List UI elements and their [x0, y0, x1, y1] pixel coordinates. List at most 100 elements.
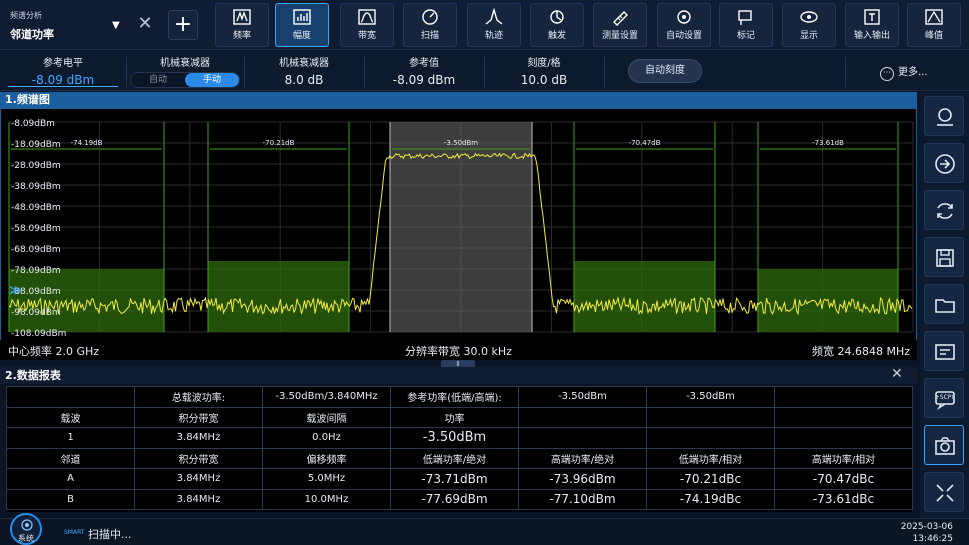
toolbar-button-label: 频率: [232, 31, 251, 41]
system-button[interactable]: 系统: [10, 513, 42, 545]
toolbar-button-label: 自动设置: [665, 31, 702, 41]
trace-icon: [485, 8, 503, 25]
table-cell: 总载波功率:: [134, 386, 263, 408]
table-cell: 积分带宽: [134, 447, 263, 469]
channel-label: -73.61dB: [812, 139, 844, 147]
table-cell: 功率: [390, 406, 519, 428]
folder-icon: [935, 299, 955, 313]
close-icon[interactable]: ✕: [891, 366, 903, 382]
attenuator-manual-option[interactable]: 手动: [185, 73, 239, 87]
toolbar-button-label: 带宽: [357, 31, 376, 41]
table-cell: B: [6, 488, 135, 510]
spectrum-plot[interactable]: -74.19dB -70.21dB -3.50dBm -70.47dB -73.61dB…: [1, 109, 916, 341]
time: 13:46:25: [912, 534, 953, 544]
side-camera-button[interactable]: [924, 425, 964, 465]
sweep-icon: [422, 9, 438, 25]
toolbar-meas-button[interactable]: 测量设置: [593, 3, 647, 47]
toolbar-sweep-button[interactable]: 扫描: [403, 3, 457, 47]
toolbar-button-label: 扫描: [420, 31, 439, 41]
span: 频宽 24.6848 MHz: [812, 345, 911, 358]
side-folder-button[interactable]: [924, 284, 964, 324]
more-button[interactable]: ··· 更多...: [880, 63, 928, 81]
toolbar-trace-button[interactable]: 轨迹: [467, 3, 521, 47]
side-refresh-button[interactable]: [924, 190, 964, 230]
ref-marker-icon[interactable]: ≫: [9, 283, 22, 297]
side-save-button[interactable]: [924, 237, 964, 277]
channel-label: -74.19dB: [71, 139, 103, 147]
system-label: 系统: [18, 534, 34, 543]
toolbar-io-button[interactable]: 输入输出: [845, 3, 899, 47]
screen-capture-icon: [935, 344, 955, 360]
top-toolbar: 频谱分析 邻道功率 ▼ ✕ + 频率 幅度 带宽 扫描 轨迹 触发 测量设置 自动设置 标记 显示…: [0, 0, 969, 50]
table-cell: -3.50dBm: [646, 386, 775, 408]
attenuator-auto-option[interactable]: 自动: [131, 73, 185, 87]
toolbar-trig-button[interactable]: 触发: [530, 3, 584, 47]
table-cell: [774, 386, 913, 408]
save-icon: [936, 249, 954, 267]
toolbar-display-button[interactable]: 显示: [782, 3, 836, 47]
side-screen-capture-button[interactable]: [924, 331, 964, 371]
table-cell: -3.50dBm: [390, 427, 519, 449]
mode-select[interactable]: 频谱分析 邻道功率 ▼: [6, 6, 126, 44]
table-cell: 1: [6, 427, 135, 449]
table-row: B 3.84MHz 10.0MHz -77.69dBm -77.10dBm -74.19d…: [6, 488, 913, 510]
table-row: 载波 积分带宽 载波间隔 功率: [6, 406, 913, 428]
table-cell: -73.96dBm: [518, 468, 647, 490]
report-table-wrap: 总载波功率: -3.50dBm/3.840MHz 参考功率(低端/高端): -3.50…: [6, 386, 913, 512]
side-measure-button[interactable]: [924, 96, 964, 136]
toolbar-button-label: 测量设置: [601, 31, 638, 41]
more-icon: ···: [880, 67, 894, 81]
toolbar-peak-button[interactable]: 峰值: [907, 3, 961, 47]
brand-logo: SMART: [64, 529, 85, 536]
scale-cell[interactable]: 刻度/格 10.0 dB: [484, 51, 604, 91]
table-cell: -77.10dBm: [518, 488, 647, 510]
table-cell: 5.0MHz: [262, 468, 391, 490]
channel-label: -3.50dBm: [444, 139, 478, 147]
table-cell: 偏移频率: [262, 447, 391, 469]
side-expand-button[interactable]: [924, 472, 964, 512]
toolbar-button-label: 输入输出: [853, 31, 890, 41]
resolution-bandwidth: 分辨率带宽 30.0 kHz: [405, 345, 512, 358]
display-icon: [800, 11, 818, 23]
y-axis-tick-label: -48.09dBm: [11, 203, 61, 213]
table-cell: [518, 427, 647, 449]
attenuator-value-cell[interactable]: 机械衰减器 8.0 dB: [244, 51, 364, 91]
auto-scale-button[interactable]: 自动刻度: [628, 59, 702, 83]
close-icon[interactable]: ✕: [135, 12, 155, 36]
scpi-label: +SCPI: [934, 394, 954, 401]
report-table: 总载波功率: -3.50dBm/3.840MHz 参考功率(低端/高端): -3.50…: [6, 386, 913, 510]
toolbar-marker-button[interactable]: 标记: [719, 3, 773, 47]
expand-icon: [936, 484, 954, 502]
y-axis-tick-label: -78.09dBm: [11, 266, 61, 276]
ref-level-cell[interactable]: 参考电平 -8.09 dBm: [0, 51, 126, 91]
spectrum-panel[interactable]: -74.19dB -70.21dB -3.50dBm -70.47dB -73.61dB…: [0, 108, 917, 360]
auto-setup-icon: [677, 10, 691, 24]
scan-status: 扫描中...: [88, 528, 132, 541]
measure-icon: [937, 108, 953, 126]
table-cell: 载波间隔: [262, 406, 391, 428]
table-cell: [774, 406, 913, 428]
table-row: 邻道 积分带宽 偏移频率 低端功率/绝对 高端功率/绝对 低端功率/相对 高端功率/相对: [6, 447, 913, 469]
datetime: 2025-03-06 13:46:25: [901, 521, 953, 545]
table-cell: 10.0MHz: [262, 488, 391, 510]
toolbar-button-label: 触发: [547, 31, 566, 41]
table-cell: -3.50dBm/3.840MHz: [262, 386, 391, 408]
app-root: 频谱分析 邻道功率 ▼ ✕ + 频率 幅度带宽 扫描 轨迹触发 测量设置 自动设置 标记 显示…: [0, 0, 969, 545]
toolbar-bw-button[interactable]: 带宽: [340, 3, 394, 47]
mode-name: 邻道功率: [10, 28, 54, 41]
arrow-right-icon: [935, 154, 955, 174]
channel-label: -70.21dB: [263, 139, 295, 147]
side-scpi-button[interactable]: +SCPI: [924, 378, 964, 418]
ref-level-label: 参考电平: [43, 58, 83, 69]
toolbar-freq-button[interactable]: 频率: [215, 3, 269, 47]
spectrum-footer: 中心频率 2.0 GHz 分辨率带宽 30.0 kHz 频宽 24.6848 M…: [0, 340, 917, 360]
toolbar-auto-button[interactable]: 自动设置: [657, 3, 711, 47]
side-arrow-right-button[interactable]: [924, 143, 964, 183]
table-cell: [646, 406, 775, 428]
toolbar-amp-button[interactable]: 幅度: [275, 3, 329, 47]
mode-category: 频谱分析: [10, 11, 42, 20]
ref-value-cell[interactable]: 参考值 -8.09 dBm: [364, 51, 484, 91]
attenuator-toggle[interactable]: 自动 手动: [130, 72, 240, 88]
table-cell: -73.71dBm: [390, 468, 519, 490]
add-measurement-button[interactable]: +: [168, 10, 198, 40]
